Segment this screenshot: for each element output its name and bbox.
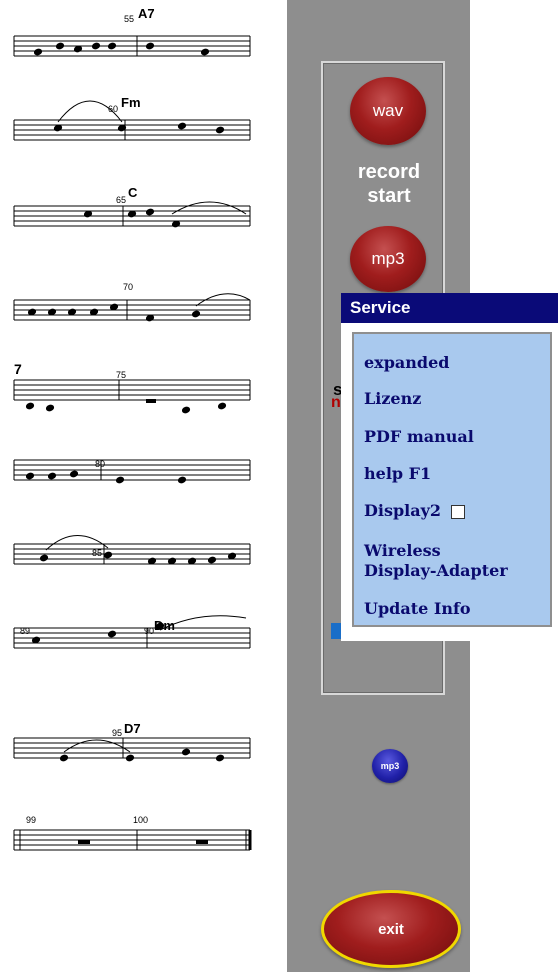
measure-number: 85 [92,548,102,558]
notehead [177,476,187,484]
wireless-label-line2: Display-Adapter [364,561,508,580]
measure-number: 75 [116,370,126,380]
menu-item-update-info[interactable]: Update Info [364,599,471,619]
sheet-music-view[interactable]: 55 60 65 70 75 80 85 89 90 95 99 100 A7 Fm C Dm D7 7 [0,0,270,972]
record-label-line2: start [367,185,411,207]
notehead [25,472,35,480]
whole-rest [78,840,90,844]
notehead [39,554,49,562]
chord-symbol: Fm [121,95,141,110]
wav-label: wav [372,101,404,120]
hidden-n-text: n [331,394,341,411]
notehead [125,754,135,762]
mp3-label: mp3 [371,249,405,268]
display2-label: Display2 [364,501,442,520]
menu-item-wireless-display-adapter[interactable]: Wireless Display-Adapter [364,541,508,581]
service-menu-list: expanded Lizenz PDF manual help F1 Displ… [352,332,552,627]
notehead [59,754,69,762]
notehead [25,402,35,410]
menu-item-pdf-manual[interactable]: PDF manual [364,427,474,447]
notehead [91,42,101,50]
notehead [33,48,43,56]
slur [171,201,247,215]
service-menu-title: Service [341,293,558,323]
chord-symbol: D7 [124,721,141,736]
measure-number: 55 [124,14,134,24]
measure-number: 80 [95,459,105,469]
measure-number: 89 [20,626,30,636]
measure-number: 90 [144,626,154,636]
notehead [217,402,227,410]
selected-row-edge [331,623,341,639]
notehead [191,310,201,318]
record-start-label: record start [330,160,448,208]
measure-number: 95 [112,728,122,738]
slur [63,739,131,753]
notehead [215,754,225,762]
measure-number: 60 [108,104,118,114]
notehead [177,122,187,130]
whole-rest [196,840,208,844]
notehead [215,126,225,134]
menu-item-lizenz[interactable]: Lizenz [364,389,421,409]
chord-symbol: Dm [154,618,175,633]
chord-symbol: A7 [138,6,155,21]
notehead [181,406,191,414]
menu-item-display2[interactable]: Display2 [364,501,466,521]
mp3-small-button[interactable]: mp3 [372,749,408,783]
record-label-line1: record [357,161,421,183]
measure-number: 65 [116,195,126,205]
notehead [200,48,210,56]
notehead [107,42,117,50]
measure-number: 100 [133,815,148,825]
mp3-record-button[interactable]: mp3 [350,226,426,292]
service-menu: Service expanded Lizenz PDF manual help … [341,293,558,641]
notehead [55,42,65,50]
notehead [145,208,155,216]
notehead [45,404,55,412]
exit-button[interactable]: exit [321,890,461,968]
notehead [69,470,79,478]
score-staves: 55 60 65 70 75 80 85 89 90 95 99 100 A7 Fm C Dm D7 7 [13,6,252,851]
exit-label: exit [378,920,404,938]
mp3-small-label: mp3 [380,761,400,771]
wav-record-button[interactable]: wav [350,77,426,145]
rehearsal-mark: 7 [14,361,22,377]
measure-number: 99 [26,815,36,825]
chord-symbol: C [128,185,138,200]
notehead [107,630,117,638]
notehead [207,556,217,564]
menu-item-help-f1[interactable]: help F1 [364,464,431,484]
notehead [47,472,57,480]
rest [146,399,156,403]
measure-number: 70 [123,282,133,292]
notehead [115,476,125,484]
notehead [181,748,191,756]
wireless-label-line1: Wireless [364,541,441,560]
notehead [145,42,155,50]
menu-item-expanded[interactable]: expanded [364,353,449,373]
display2-checkbox[interactable] [451,504,466,519]
